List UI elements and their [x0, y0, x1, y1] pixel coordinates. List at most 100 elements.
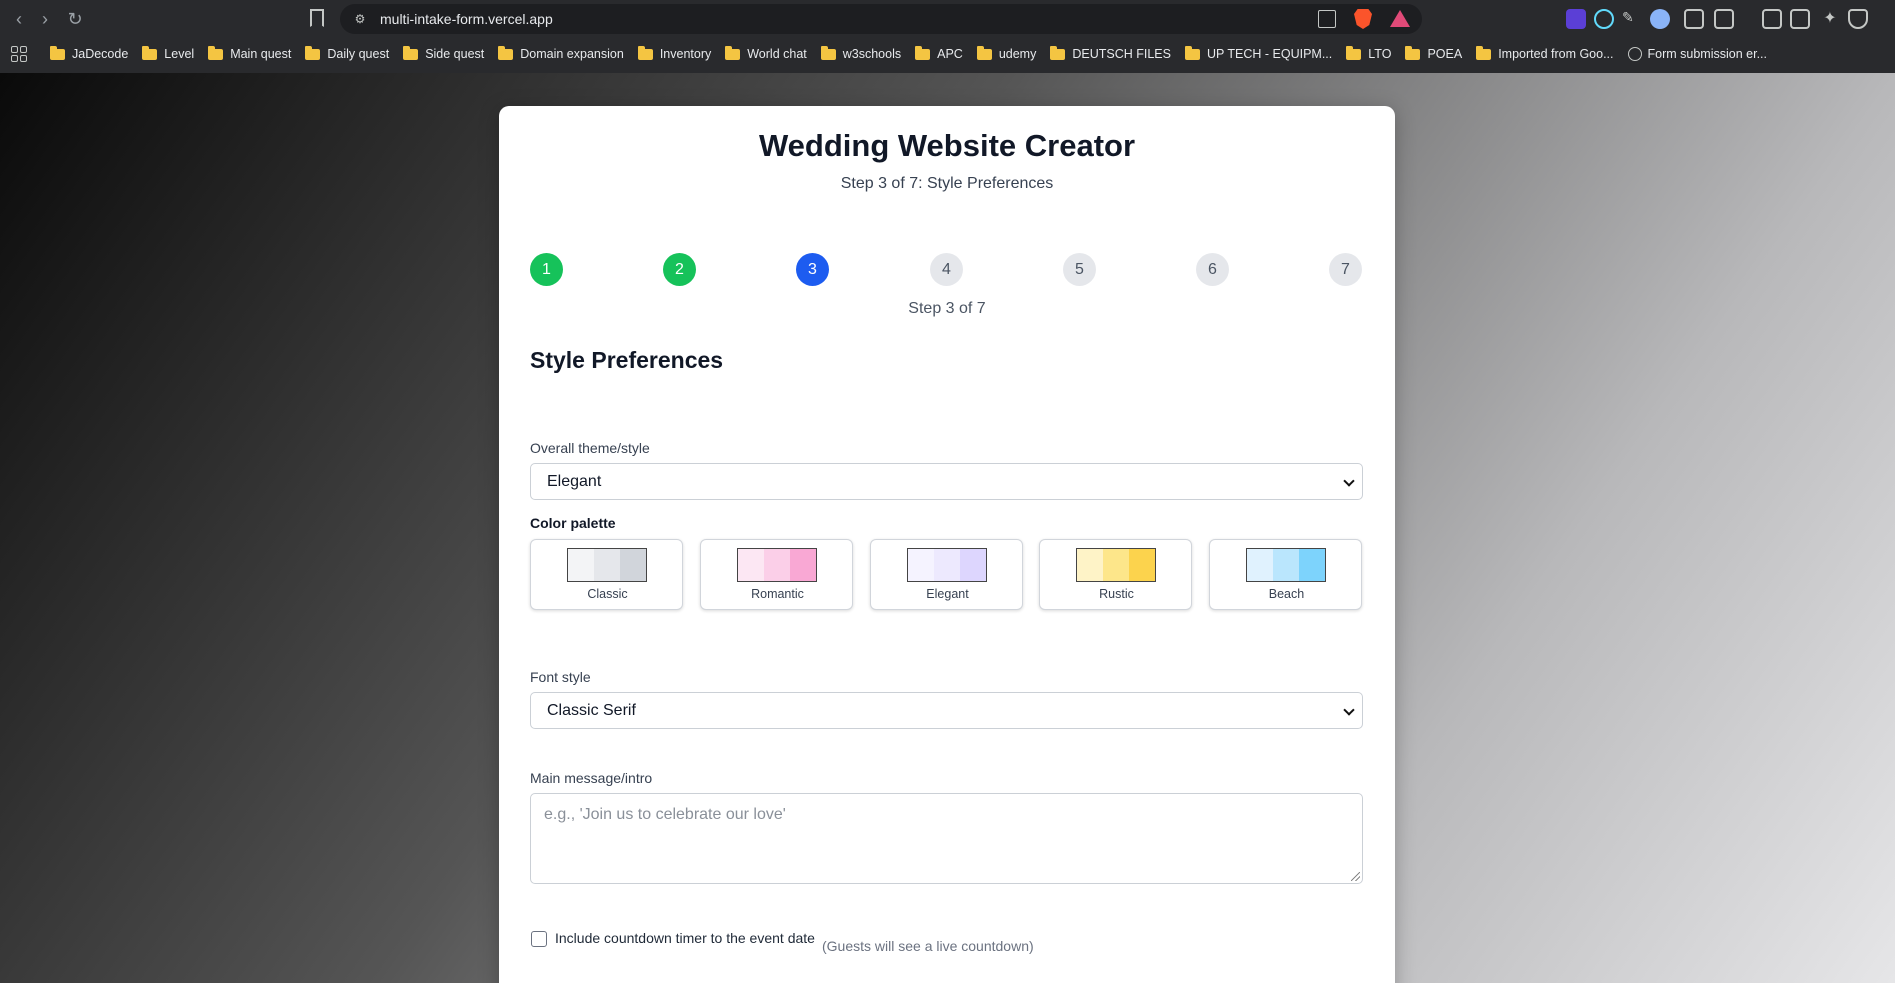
apps-grid-icon[interactable] [11, 46, 27, 62]
countdown-label[interactable]: Include countdown timer to the event dat… [555, 930, 815, 946]
palette-swatches [907, 548, 987, 582]
folder-icon [1476, 45, 1492, 60]
font-label: Font style [530, 669, 591, 685]
vpn-shield-icon[interactable] [1848, 9, 1868, 29]
brave-shields-icon[interactable] [1354, 9, 1372, 29]
countdown-checkbox[interactable] [531, 931, 547, 947]
bookmark-folder[interactable]: APC [915, 45, 963, 61]
url-text[interactable]: multi-intake-form.vercel.app [380, 11, 553, 27]
chevron-down-icon [1343, 704, 1355, 716]
bookmark-folder[interactable]: Domain expansion [498, 45, 624, 61]
bookmarks-bar: JaDecode Level Main quest Daily quest Si… [0, 40, 1895, 68]
palette-swatches [1246, 548, 1326, 582]
step-6: 6 [1196, 253, 1229, 286]
step-4: 4 [930, 253, 963, 286]
step-3[interactable]: 3 [796, 253, 829, 286]
folder-icon [1185, 45, 1200, 60]
address-bar[interactable]: ⚙ multi-intake-form.vercel.app [340, 4, 1422, 34]
form-card: Wedding Website Creator Step 3 of 7: Sty… [499, 106, 1395, 983]
font-select[interactable]: Classic Serif [530, 692, 1363, 729]
bookmark-folder[interactable]: Side quest [403, 45, 484, 61]
back-icon[interactable]: ‹ [8, 8, 30, 30]
palette-name: Beach [1268, 587, 1305, 601]
brave-rewards-icon[interactable] [1390, 10, 1410, 27]
reload-icon[interactable]: ↻ [64, 8, 86, 30]
folder-icon [1050, 45, 1066, 60]
palette-swatches [1076, 548, 1156, 582]
browser-chrome: ‹ › ↻ ⚙ multi-intake-form.vercel.app ✎ ✦… [0, 0, 1895, 73]
palette-classic[interactable]: Classic [530, 539, 683, 610]
folder-icon [820, 45, 836, 60]
step-indicator: 1 2 3 4 5 6 7 [530, 253, 1362, 287]
bookmark-folder[interactable]: Daily quest [305, 45, 389, 61]
step-caption: Step 3 of 7 [908, 300, 986, 317]
leo-ai-icon[interactable]: ✦ [1820, 9, 1840, 29]
folder-icon [976, 45, 992, 60]
site-settings-icon[interactable]: ⚙ [352, 11, 368, 27]
palette-romantic[interactable]: Romantic [700, 539, 853, 610]
palette-elegant[interactable]: Elegant [870, 539, 1023, 610]
palette-label: Color palette [530, 515, 616, 531]
folder-icon [208, 45, 224, 60]
bookmark-folder[interactable]: w3schools [820, 45, 901, 61]
extension-icon-1[interactable] [1566, 9, 1586, 29]
folder-icon [1405, 45, 1421, 60]
step-2[interactable]: 2 [663, 253, 696, 286]
palette-name: Rustic [1099, 587, 1134, 601]
palette-rustic[interactable]: Rustic [1039, 539, 1192, 610]
share-icon[interactable] [1318, 10, 1336, 28]
chevron-down-icon [1343, 475, 1355, 487]
bookmark-folder[interactable]: LTO [1346, 45, 1391, 61]
step-1[interactable]: 1 [530, 253, 563, 286]
bookmark-folder[interactable]: POEA [1405, 45, 1462, 61]
globe-icon [1627, 47, 1642, 61]
palette-name: Classic [587, 587, 628, 601]
browser-toolbar: ‹ › ↻ ⚙ multi-intake-form.vercel.app ✎ ✦ [0, 0, 1895, 38]
message-placeholder: e.g., 'Join us to celebrate our love' [544, 806, 786, 823]
eyedropper-icon[interactable]: ✎ [1622, 9, 1642, 29]
folder-icon [637, 45, 653, 60]
theme-select-value: Elegant [547, 473, 602, 490]
bookmark-folder[interactable]: Inventory [637, 45, 711, 61]
forward-icon[interactable]: › [34, 8, 56, 30]
page-background: Wedding Website Creator Step 3 of 7: Sty… [0, 73, 1895, 983]
theme-select[interactable]: Elegant [530, 463, 1363, 500]
countdown-hint: (Guests will see a live countdown) [822, 938, 1034, 954]
bookmark-folder[interactable]: udemy [976, 45, 1036, 61]
folder-icon [142, 45, 158, 60]
step-5: 5 [1063, 253, 1096, 286]
bookmark-folder[interactable]: UP TECH - EQUIPM... [1185, 45, 1332, 61]
bookmark-folder[interactable]: Level [142, 45, 194, 61]
folder-icon [403, 45, 419, 60]
folder-icon [305, 45, 321, 60]
bookmark-folder[interactable]: Main quest [208, 45, 291, 61]
palette-swatches [567, 548, 647, 582]
folder-icon [50, 45, 65, 60]
puzzle-icon[interactable] [1684, 9, 1704, 29]
palette-options: Classic Romantic Elegant Rustic Beach [530, 539, 1363, 611]
page-title: Wedding Website Creator [758, 128, 1136, 163]
page-subtitle: Step 3 of 7: Style Preferences [840, 175, 1054, 192]
section-title: Style Preferences [530, 347, 724, 373]
sidebar-icon[interactable] [1762, 9, 1782, 29]
theme-label: Overall theme/style [530, 440, 650, 456]
folder-icon [1346, 45, 1362, 60]
bookmark-folder[interactable]: JaDecode [50, 45, 128, 61]
bookmark-folder[interactable]: DEUTSCH FILES [1050, 45, 1171, 61]
bookmark-icon[interactable] [310, 9, 324, 27]
message-textarea[interactable]: e.g., 'Join us to celebrate our love' [530, 793, 1363, 884]
bookmark-folder[interactable]: World chat [725, 45, 807, 61]
bookmark-link[interactable]: Form submission er... [1627, 47, 1767, 61]
extension-icon-2[interactable] [1650, 9, 1670, 29]
folder-icon [725, 45, 741, 60]
resize-handle-icon[interactable] [1351, 872, 1360, 881]
palette-swatches [737, 548, 817, 582]
palette-beach[interactable]: Beach [1209, 539, 1362, 610]
bookmark-folder[interactable]: Imported from Goo... [1476, 45, 1614, 61]
font-select-value: Classic Serif [547, 702, 636, 719]
palette-name: Romantic [751, 587, 804, 601]
react-devtools-icon[interactable] [1594, 9, 1614, 29]
screenshot-icon[interactable] [1714, 9, 1734, 29]
palette-name: Elegant [926, 587, 969, 601]
wallet-icon[interactable] [1790, 9, 1810, 29]
